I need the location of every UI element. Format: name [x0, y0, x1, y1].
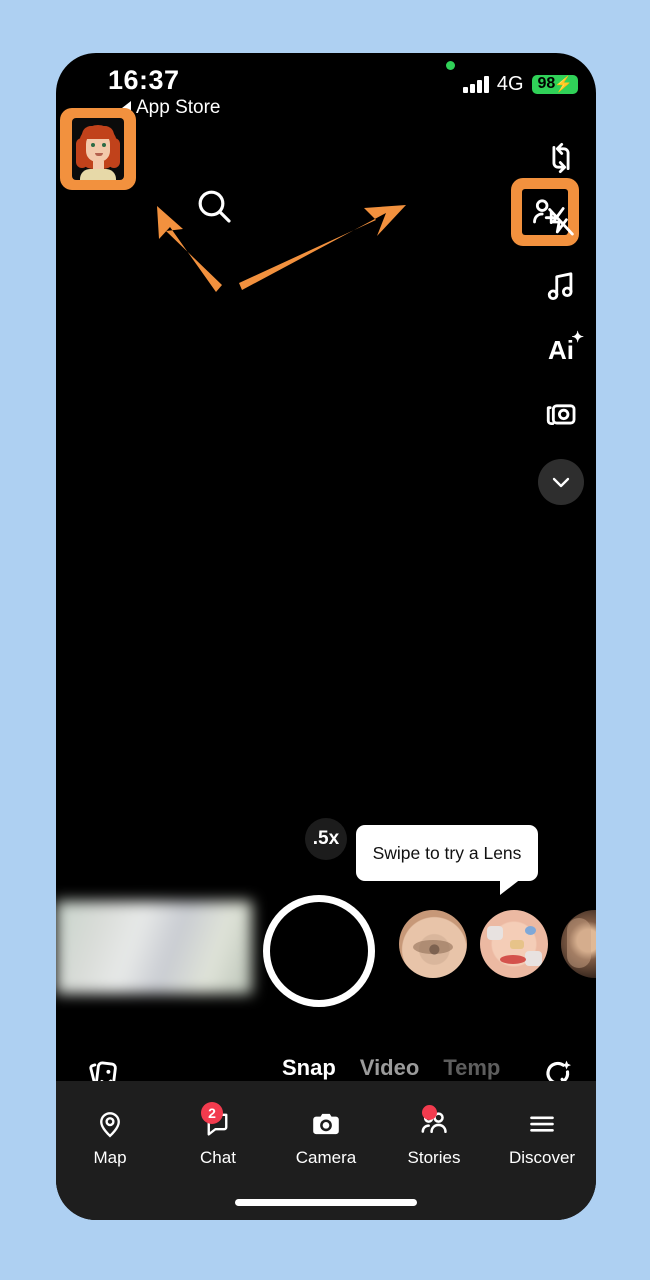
sparkle-glyph: ✦ — [571, 329, 584, 346]
lens2-eye — [525, 926, 536, 935]
nav-item-camera[interactable]: Camera — [280, 1107, 372, 1168]
avatar-neck — [93, 161, 104, 169]
tooltip-label: Swipe to try a Lens — [372, 842, 522, 863]
lens2-sticker-left — [487, 926, 503, 940]
ai-label: Ai — [548, 334, 574, 365]
avatar-bangs — [82, 126, 114, 139]
tooltip-tail — [500, 878, 522, 895]
nav-label-map: Map — [93, 1148, 127, 1167]
nav-label-stories: Stories — [407, 1148, 461, 1167]
map-pin-icon — [95, 1107, 125, 1141]
status-bar: 16:37 4G 98 ⚡ App Store — [56, 53, 596, 118]
home-indicator-bar — [235, 1199, 417, 1206]
chevron-down-icon[interactable] — [538, 459, 584, 505]
bottom-navigation-bar: Map 2 Chat Camera Stories Discover — [56, 1081, 596, 1220]
status-bar-right-group: 4G 98 ⚡ — [463, 73, 578, 96]
tab-video[interactable]: Video — [360, 1055, 420, 1081]
nav-item-chat[interactable]: 2 Chat — [172, 1102, 264, 1168]
nav-label-chat: Chat — [200, 1148, 236, 1167]
avatar-shirt — [80, 169, 116, 180]
ai-sparkle-icon[interactable]: Ai ✦ — [536, 325, 586, 375]
lens-swipe-tooltip: Swipe to try a Lens — [356, 825, 538, 895]
search-icon[interactable] — [194, 186, 238, 230]
back-link-label: App Store — [136, 97, 221, 118]
nav-item-map[interactable]: Map — [64, 1107, 156, 1168]
camera-icon — [310, 1107, 342, 1141]
cellular-signal-icon — [463, 76, 489, 93]
lens2-sticker-right — [525, 951, 542, 966]
nav-label-discover: Discover — [508, 1148, 576, 1167]
green-privacy-dot-icon — [446, 61, 455, 70]
network-type-label: 4G — [496, 73, 524, 95]
capture-mode-tabs: Snap Video Temp — [282, 1055, 500, 1081]
lens2-lips — [500, 955, 526, 964]
camera-flip-icon[interactable] — [536, 133, 586, 183]
lens2-nose-bandage — [510, 940, 524, 949]
flash-off-icon[interactable] — [536, 197, 586, 247]
zoom-level-button[interactable]: .5x — [305, 818, 347, 860]
nav-item-stories[interactable]: Stories — [388, 1105, 480, 1168]
battery-level-label: 98 — [537, 75, 556, 92]
nav-label-camera: Camera — [295, 1148, 357, 1167]
status-bar-clock: 16:37 — [108, 65, 180, 95]
camera-tools-rail: Ai ✦ — [536, 133, 586, 505]
avatar-eye-right — [102, 143, 106, 147]
phone-frame: 16:37 4G 98 ⚡ App Store Ai ✦ .5x Swipe t… — [56, 53, 596, 1220]
music-note-icon[interactable] — [536, 261, 586, 311]
chat-bubble-icon: 2 — [201, 1102, 233, 1141]
shutter-button[interactable] — [263, 895, 375, 1007]
stories-people-icon — [418, 1105, 450, 1141]
tab-temp[interactable]: Temp — [443, 1055, 500, 1081]
tab-snap[interactable]: Snap — [282, 1055, 336, 1081]
lens-thumbnail-hello-kitty[interactable] — [480, 910, 548, 978]
status-badge-battery: 98 ⚡ — [531, 75, 578, 94]
arrow-pointing-to-add-friend-button — [239, 205, 406, 290]
avatar-eye-left — [91, 143, 95, 147]
nav-item-discover[interactable]: Discover — [496, 1107, 588, 1168]
profile-avatar-highlight — [60, 108, 136, 190]
lens-thumbnail-eye[interactable] — [399, 910, 467, 978]
status-badge-stories-dot — [422, 1105, 437, 1120]
charging-bolt-icon: ⚡ — [554, 75, 573, 93]
status-badge-chat-count: 2 — [201, 1102, 223, 1124]
lens-thumbnail-portrait[interactable] — [561, 910, 596, 978]
camera-roll-icon[interactable] — [536, 389, 586, 439]
hamburger-menu-icon — [527, 1107, 557, 1141]
gallery-preview[interactable] — [56, 901, 252, 994]
back-to-app-store-link[interactable]: App Store — [122, 97, 221, 119]
bitmoji-avatar[interactable] — [72, 118, 124, 180]
